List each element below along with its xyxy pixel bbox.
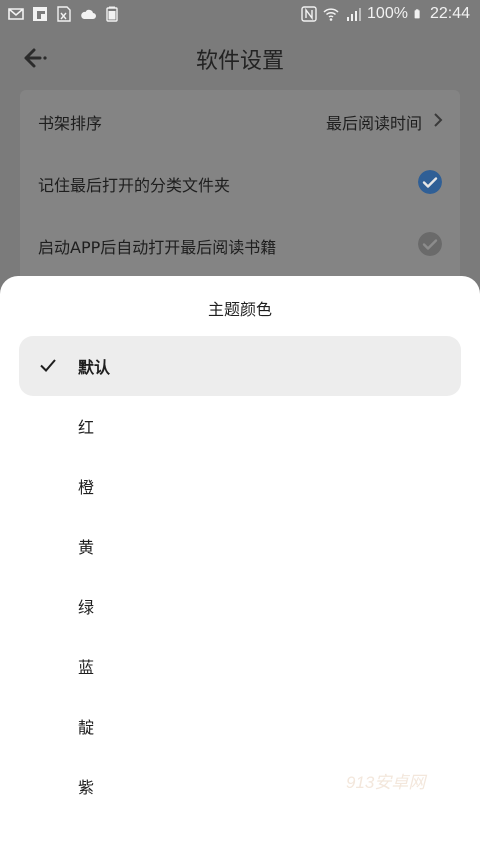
flipboard-icon [33, 7, 47, 21]
notification-icons [8, 6, 120, 22]
remember-folder-label: 记住最后打开的分类文件夹 [38, 176, 231, 195]
page-header: 软件设置 [0, 30, 480, 86]
chevron-right-icon [434, 113, 443, 127]
page-title: 软件设置 [195, 49, 284, 74]
theme-option-blue[interactable]: 蓝 [19, 636, 461, 696]
theme-option-orange[interactable]: 橙 [19, 456, 461, 516]
excel-icon [57, 6, 71, 22]
theme-option-yellow[interactable]: 黄 [19, 516, 461, 576]
wifi-icon [323, 8, 339, 21]
theme-option-green[interactable]: 绿 [19, 576, 461, 636]
nfc-icon [301, 6, 317, 22]
theme-option-label: 靛 [78, 718, 95, 737]
theme-option-label: 绿 [78, 598, 95, 617]
theme-option-label: 紫 [78, 778, 95, 797]
clock: 22:44 [429, 5, 470, 22]
battery-percent: 100% [367, 5, 408, 22]
auto-open-row[interactable]: 启动APP后自动打开最后阅读书籍 [20, 214, 460, 276]
gmail-icon [8, 8, 24, 20]
checked-circle-icon[interactable] [418, 170, 442, 194]
theme-option-red[interactable]: 红 [19, 396, 461, 456]
theme-option-label: 黄 [78, 538, 95, 557]
unchecked-circle-icon[interactable] [418, 232, 442, 256]
bookshelf-sort-row[interactable]: 书架排序 最后阅读时间 [20, 90, 460, 152]
theme-option-default[interactable]: 默认 [19, 336, 461, 396]
battery-icon [414, 9, 420, 19]
theme-option-label: 默认 [78, 358, 111, 377]
status-bar: 100% 22:44 [0, 0, 480, 30]
battery-100-icon [106, 6, 118, 22]
remember-folder-row[interactable]: 记住最后打开的分类文件夹 [20, 152, 460, 214]
theme-option-label: 红 [78, 418, 95, 437]
bookshelf-sort-value: 最后阅读时间 [325, 114, 422, 133]
auto-open-label: 启动APP后自动打开最后阅读书籍 [38, 238, 277, 257]
sheet-title: 主题颜色 [207, 300, 272, 319]
cloud-icon [81, 9, 96, 19]
bookshelf-sort-label: 书架排序 [38, 114, 103, 133]
theme-option-label: 蓝 [78, 658, 95, 677]
system-icons: 100% 22:44 [301, 5, 470, 23]
theme-option-label: 橙 [78, 478, 95, 497]
theme-option-indigo[interactable]: 靛 [19, 696, 461, 756]
watermark: 913安卓网 [346, 773, 426, 792]
settings-card: 书架排序 最后阅读时间 记住最后打开的分类文件夹 启动APP后自动打开最后阅读书… [20, 90, 460, 290]
theme-color-sheet: 主题颜色 默认 红 橙 黄 绿 蓝 靛 紫 [0, 276, 480, 853]
checkmark-icon [40, 359, 56, 372]
signal-icon [347, 8, 362, 21]
